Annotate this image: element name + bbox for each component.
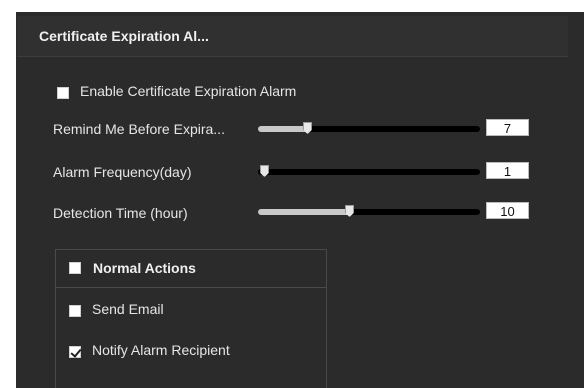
section-title: Certificate Expiration Al... bbox=[39, 28, 209, 44]
alarm-frequency-value[interactable]: 1 bbox=[486, 162, 529, 179]
enable-alarm-checkbox[interactable] bbox=[57, 87, 69, 99]
remind-before-slider[interactable] bbox=[258, 122, 480, 134]
notify-recipient-checkbox[interactable] bbox=[69, 346, 81, 358]
send-email-label: Send Email bbox=[92, 301, 164, 317]
remind-before-label: Remind Me Before Expira... bbox=[53, 121, 225, 137]
remind-before-fill bbox=[258, 126, 306, 132]
normal-actions-label: Normal Actions bbox=[93, 260, 196, 276]
alarm-frequency-slider[interactable] bbox=[258, 165, 480, 177]
send-email-checkbox[interactable] bbox=[69, 305, 81, 317]
detection-time-slider[interactable] bbox=[258, 205, 480, 217]
notify-recipient-label: Notify Alarm Recipient bbox=[92, 342, 230, 358]
detection-time-value[interactable]: 10 bbox=[486, 202, 529, 219]
remind-before-value[interactable]: 7 bbox=[486, 119, 529, 136]
enable-alarm-label: Enable Certificate Expiration Alarm bbox=[80, 83, 297, 99]
alarm-frequency-label: Alarm Frequency(day) bbox=[53, 164, 192, 180]
normal-actions-checkbox[interactable] bbox=[69, 262, 81, 274]
detection-time-fill bbox=[258, 209, 348, 215]
normal-actions-box: Normal Actions Send Email Notify Alarm R… bbox=[55, 249, 327, 388]
section-header: Certificate Expiration Al... bbox=[17, 16, 568, 57]
normal-actions-header: Normal Actions bbox=[56, 250, 326, 288]
detection-time-label: Detection Time (hour) bbox=[53, 205, 188, 221]
